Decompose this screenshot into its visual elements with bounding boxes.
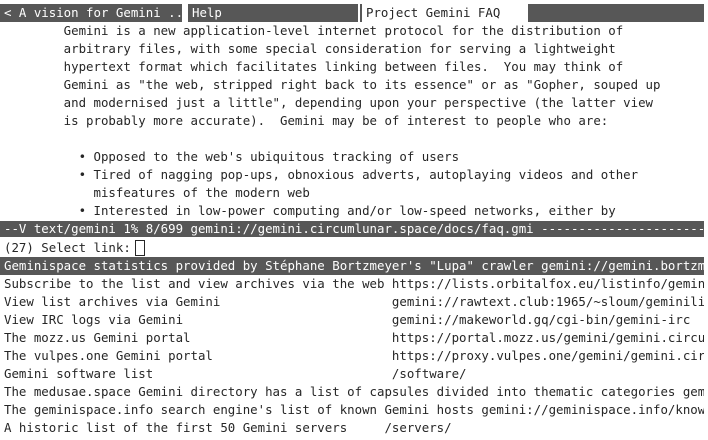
document-list-item: misfeatures of the modern web [4, 185, 310, 200]
document-line: arbitrary files, with some special consi… [4, 41, 616, 56]
document-line: and modernised just a little", depending… [4, 95, 654, 110]
link-item[interactable]: The geminispace.info search engine's lis… [0, 401, 704, 419]
prompt-input-cursor[interactable] [134, 240, 145, 256]
tab-project-gemini-faq[interactable]: Project Gemini FAQ [360, 4, 528, 22]
link-item[interactable]: View IRC logs via Gemini gemini://makewo… [0, 311, 704, 329]
link-item[interactable]: Gemini software list /software/ [0, 365, 704, 383]
tab-help[interactable]: Help [188, 4, 358, 22]
prompt-label: (27) Select link: [4, 240, 131, 255]
tab-bar: < A vision for Gemini ... Help Project G… [0, 4, 704, 22]
status-bar: --V text/gemini 1% 8/699 gemini://gemini… [0, 221, 704, 237]
link-item-selected[interactable]: Geminispace statistics provided by Stéph… [0, 257, 704, 275]
link-item[interactable]: The vulpes.one Gemini portal https://pro… [0, 347, 704, 365]
document-line: hypertext format which facilitates linki… [4, 59, 624, 74]
tab-bar-fill [528, 4, 704, 22]
link-item[interactable]: View list archives via Gemini gemini://r… [0, 293, 704, 311]
link-list: Geminispace statistics provided by Stéph… [0, 257, 704, 437]
select-link-prompt: (27) Select link: [4, 239, 145, 257]
document-view: Gemini is a new application-level intern… [4, 22, 704, 220]
document-list-item: • Interested in low-power computing and/… [4, 203, 616, 218]
document-line: Gemini as "the web, stripped right back … [4, 77, 661, 92]
link-item[interactable]: The medusae.space Gemini directory has a… [0, 383, 704, 401]
tab-vision-for-gemini[interactable]: < A vision for Gemini ... [0, 4, 182, 22]
document-line: is probably more accurate). Gemini may b… [4, 113, 609, 128]
document-list-item: • Opposed to the web's ubiquitous tracki… [4, 149, 460, 164]
link-item[interactable]: A historic list of the first 50 Gemini s… [0, 419, 704, 437]
document-list-item: • Tired of nagging pop-ups, obnoxious ad… [4, 167, 639, 182]
document-line: Gemini is a new application-level intern… [4, 23, 624, 38]
link-item[interactable]: The mozz.us Gemini portal https://portal… [0, 329, 704, 347]
link-item[interactable]: Subscribe to the list and view archives … [0, 275, 704, 293]
